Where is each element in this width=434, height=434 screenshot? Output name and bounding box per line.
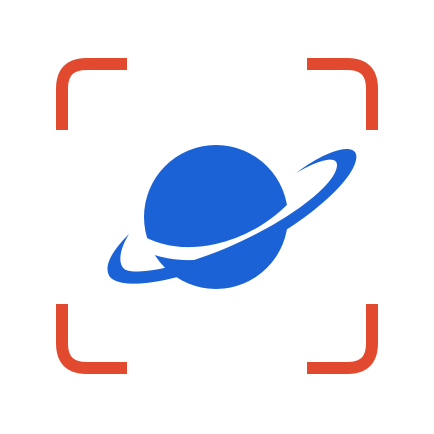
scan-frame-corner-bottom-left-icon	[56, 304, 127, 374]
scan-frame-corner-bottom-right-icon	[307, 304, 378, 374]
scan-frame-corner-top-left-icon	[56, 58, 127, 130]
planet-scan-icon	[56, 58, 378, 374]
app-icon-canvas	[0, 0, 434, 434]
planet-group	[107, 145, 357, 289]
scan-frame-corner-top-right-icon	[307, 58, 378, 130]
planet-icon	[144, 145, 288, 289]
